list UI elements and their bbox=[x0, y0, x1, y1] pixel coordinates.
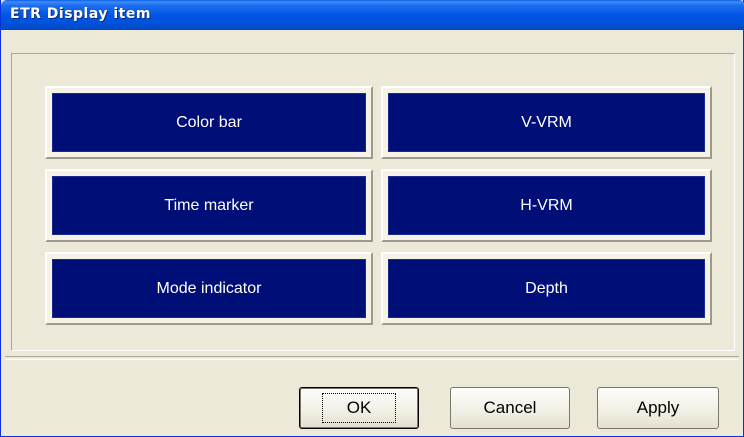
item-color-bar[interactable]: Color bar bbox=[52, 93, 366, 152]
item-frame-time-marker: Time marker bbox=[45, 169, 373, 242]
ok-button-label: OK bbox=[321, 393, 397, 423]
title-bar[interactable]: ETR Display item bbox=[1, 0, 744, 30]
item-h-vrm[interactable]: H-VRM bbox=[388, 176, 705, 235]
client-area-top bbox=[5, 30, 739, 53]
ok-button[interactable]: OK bbox=[299, 387, 419, 429]
cancel-button-label: Cancel bbox=[483, 398, 537, 417]
cancel-button[interactable]: Cancel bbox=[450, 387, 570, 429]
item-frame-h-vrm: H-VRM bbox=[381, 169, 712, 242]
item-frame-color-bar: Color bar bbox=[45, 86, 373, 159]
item-frame-depth: Depth bbox=[381, 252, 712, 325]
apply-button[interactable]: Apply bbox=[597, 387, 719, 429]
item-time-marker[interactable]: Time marker bbox=[52, 176, 366, 235]
item-mode-indicator[interactable]: Mode indicator bbox=[52, 259, 366, 318]
items-panel: Color bar V-VRM Time marker H-VRM Mode i… bbox=[11, 53, 735, 351]
item-frame-v-vrm: V-VRM bbox=[381, 86, 712, 159]
apply-button-label: Apply bbox=[636, 398, 680, 417]
window-title: ETR Display item bbox=[10, 6, 151, 22]
dialog-window: ETR Display item Color bar V-VRM Time ma… bbox=[0, 0, 744, 437]
separator bbox=[5, 356, 739, 360]
item-frame-mode-indicator: Mode indicator bbox=[45, 252, 373, 325]
item-depth[interactable]: Depth bbox=[388, 259, 705, 318]
item-v-vrm[interactable]: V-VRM bbox=[388, 93, 705, 152]
